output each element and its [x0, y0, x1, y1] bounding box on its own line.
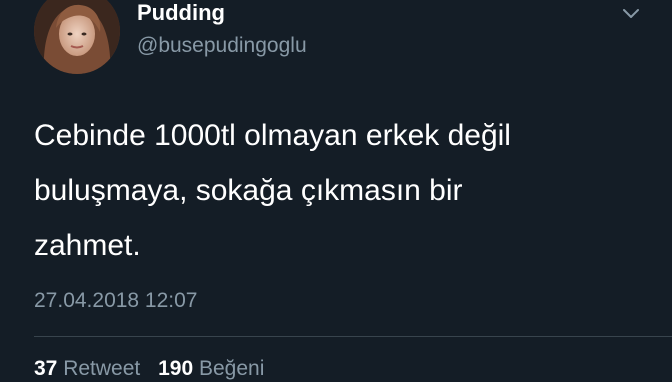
- retweet-label[interactable]: Retweet: [63, 357, 140, 380]
- retweet-count[interactable]: 37: [34, 357, 57, 380]
- divider: [34, 336, 672, 337]
- tweet-stats: 37 Retweet 190 Beğeni: [34, 356, 276, 382]
- tweet-card: Pudding @busepudingoglu Cebinde 1000tl o…: [0, 0, 672, 380]
- like-count[interactable]: 190: [158, 357, 193, 380]
- chevron-down-icon[interactable]: [620, 6, 642, 22]
- tweet-text: Cebinde 1000tl olmayan erkek değil buluş…: [34, 119, 511, 262]
- avatar[interactable]: [34, 0, 120, 74]
- display-name[interactable]: Pudding: [137, 0, 225, 26]
- like-label[interactable]: Beğeni: [199, 357, 264, 380]
- profile-photo-icon: [34, 0, 120, 74]
- tweet-timestamp[interactable]: 27.04.2018 12:07: [34, 288, 198, 314]
- user-handle[interactable]: @busepudingoglu: [137, 33, 307, 59]
